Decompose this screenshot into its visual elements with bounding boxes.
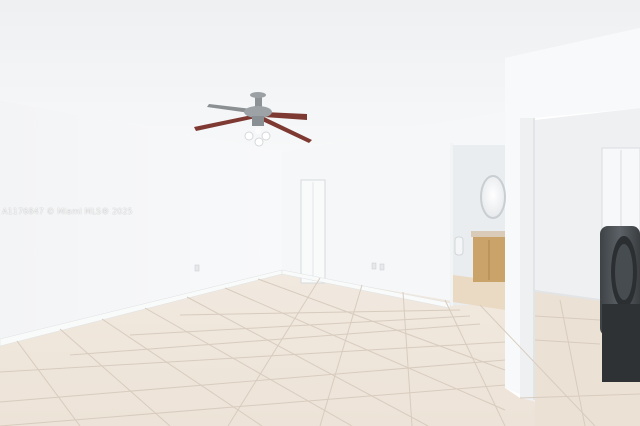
fan-light: [261, 131, 271, 141]
outlet: [379, 263, 385, 271]
outlet: [371, 262, 377, 270]
outlet: [194, 264, 200, 272]
fan-light: [244, 131, 254, 141]
fan-light: [254, 137, 264, 147]
washer-dryer: [600, 226, 640, 382]
mls-watermark: A1176847 © Miami MLS® 2025: [2, 207, 133, 216]
bathroom-mirror: [480, 175, 506, 219]
door-jamb: [520, 118, 535, 401]
